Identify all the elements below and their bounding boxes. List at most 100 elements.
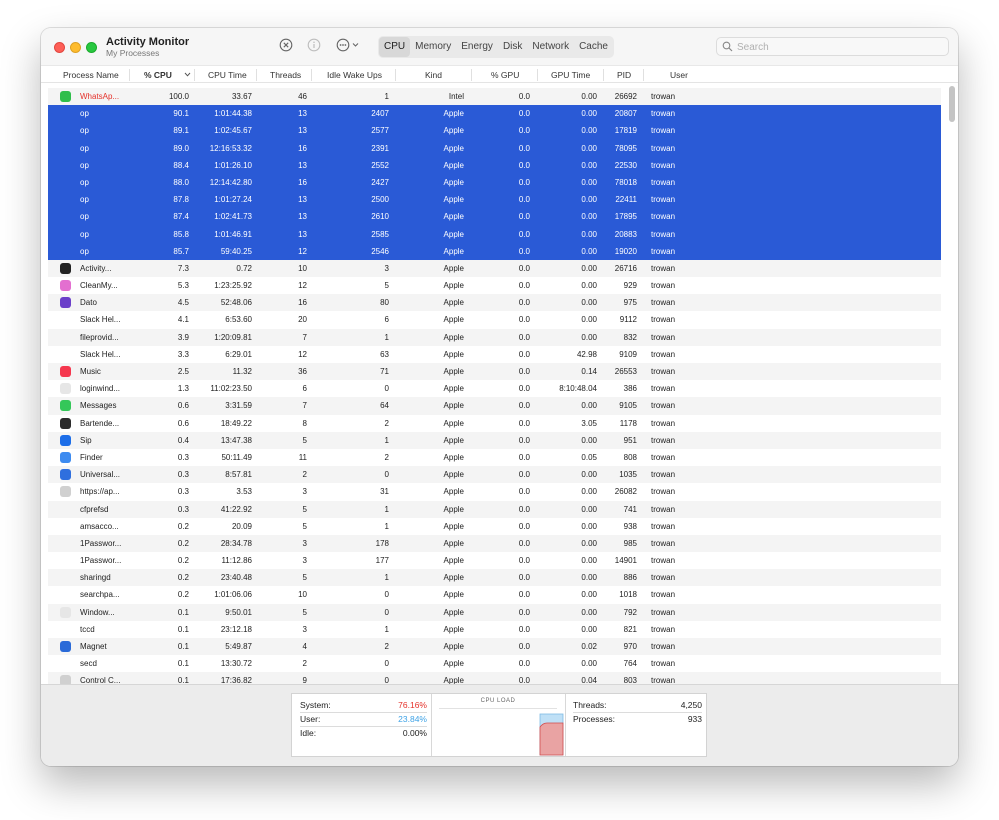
cpu-percent-cell: 0.6 (177, 418, 189, 428)
close-window-button[interactable] (54, 42, 65, 53)
pid-cell: 1178 (619, 418, 637, 428)
table-row[interactable]: op 87.4 1:02:41.73 13 2610 Apple 0.0 0.00 17895 t… (48, 208, 941, 226)
gpu-time-cell: 0.00 (581, 556, 597, 566)
idle-wake-ups-cell: 80 (380, 298, 389, 308)
table-row[interactable]: Universal... 0.3 8:57.81 2 0 Apple 0.0 0.00 1035… (48, 466, 941, 484)
system-label: System: (300, 700, 331, 710)
column-user[interactable]: User (644, 69, 704, 81)
table-row[interactable]: loginwind... 1.3 11:02:23.50 6 0 Apple 0.0 8:10… (48, 380, 941, 397)
table-row[interactable]: op 89.1 1:02:45.67 13 2577 Apple 0.0 0.00 17819 t… (48, 122, 941, 140)
gpu-percent-cell: 0.0 (518, 659, 530, 669)
table-row[interactable]: Dato 4.5 52:48.06 16 80 Apple 0.0 0.00 975 trowan (48, 294, 941, 312)
cpu-time-cell: 1:01:26.10 (214, 160, 252, 170)
processes-value: 933 (687, 714, 702, 724)
idle-wake-ups-cell: 6 (384, 315, 389, 325)
column-gpu-time[interactable]: GPU Time (538, 69, 604, 81)
table-row[interactable]: Messages 0.6 3:31.59 7 64 Apple 0.0 0.00 9105 tro… (48, 397, 941, 415)
table-row[interactable]: Activity... 7.3 0.72 10 3 Apple 0.0 0.00 26716 tr… (48, 259, 941, 278)
pid-cell: 764 (623, 659, 637, 669)
stop-process-button[interactable] (279, 38, 293, 52)
table-row[interactable]: op 88.0 12:14:42.80 16 2427 Apple 0.0 0.00 78018… (48, 173, 941, 192)
gpu-percent-cell: 0.0 (518, 624, 530, 634)
minimize-window-button[interactable] (70, 42, 81, 53)
tab-energy[interactable]: Energy (456, 37, 498, 57)
table-row[interactable]: 1Passwor... 0.2 28:34.78 3 178 Apple 0.0 0.00 98… (48, 534, 941, 553)
table-row[interactable]: fileprovid... 3.9 1:20:09.81 7 1 Apple 0.0 0.00… (48, 328, 941, 346)
cpu-time-cell: 13:30.72 (220, 659, 252, 669)
column-gpu-percent[interactable]: % GPU (472, 69, 538, 81)
threads-cell: 3 (302, 487, 307, 497)
tab-memory[interactable]: Memory (410, 37, 456, 57)
column-kind[interactable]: Kind (396, 69, 472, 81)
column-idle-wake-ups[interactable]: Idle Wake Ups (312, 69, 396, 81)
threads-cell: 13 (298, 212, 307, 222)
table-row[interactable]: Magnet 0.1 5:49.87 4 2 Apple 0.0 0.02 970 trowan (48, 638, 941, 656)
tab-cache[interactable]: Cache (574, 37, 613, 57)
inspect-process-button[interactable] (307, 38, 321, 52)
column-threads[interactable]: Threads (257, 69, 312, 81)
pid-cell: 886 (623, 573, 637, 583)
column-process-name[interactable]: Process Name (41, 69, 130, 81)
user-cell: trowan (651, 642, 676, 651)
table-row[interactable]: Control C... 0.1 17:36.82 9 0 Apple 0.0 0.04 803… (48, 672, 941, 684)
tab-cpu[interactable]: CPU (379, 37, 411, 57)
table-row[interactable]: Slack Hel... 4.1 6:53.60 20 6 Apple 0.0 0.00 911… (48, 311, 941, 328)
idle-label: Idle: (300, 728, 317, 738)
more-actions-button[interactable] (336, 38, 362, 52)
user-cell: trowan (651, 315, 676, 325)
threads-cell: 12 (298, 281, 307, 291)
table-row[interactable]: WhatsAp... 100.0 33.67 46 1 Intel 0.0 0.00 26692… (48, 88, 941, 106)
table-row[interactable]: Finder 0.3 50:11.49 11 2 Apple 0.0 0.05 808 trowa… (48, 449, 941, 466)
cpu-time-cell: 1:01:46.91 (214, 229, 252, 239)
tab-disk[interactable]: Disk (498, 37, 527, 57)
gpu-percent-cell: 0.0 (518, 556, 530, 566)
threads-cell: 12 (298, 246, 307, 256)
search-input[interactable] (735, 39, 939, 56)
window-subtitle: My Processes (106, 48, 160, 58)
gpu-time-cell: 0.02 (581, 642, 597, 651)
table-scrollbar[interactable] (949, 86, 955, 122)
threads-cell: 3 (302, 624, 307, 634)
gpu-percent-cell: 0.0 (518, 92, 530, 101)
table-row[interactable]: tccd 0.1 23:12.18 3 1 Apple 0.0 0.00 821 trowan (48, 621, 941, 638)
user-cell: trowan (651, 418, 676, 428)
tab-network[interactable]: Network (527, 37, 574, 57)
pid-cell: 951 (623, 435, 637, 445)
table-row[interactable]: CleanMy... 5.3 1:23:25.92 12 5 Apple 0.0 0.00 92… (48, 277, 941, 294)
table-row[interactable]: https://ap... 0.3 3.53 3 31 Apple 0.0 0.00 26082… (48, 483, 941, 500)
cpu-load-graph: CPU LOAD (431, 694, 566, 756)
table-row[interactable]: op 88.4 1:01:26.10 13 2552 Apple 0.0 0.00 22530 t… (48, 156, 941, 174)
cpu-time-cell: 41:22.92 (220, 504, 252, 514)
table-row[interactable]: 1Passwor... 0.2 11:12.86 3 177 Apple 0.0 0.00 14… (48, 552, 941, 569)
table-row[interactable]: searchpa... 0.2 1:01:06.06 10 0 Apple 0.0 0.00 1… (48, 586, 941, 603)
column-cpu-time[interactable]: CPU Time (195, 69, 257, 81)
cpu-percent-cell: 0.6 (177, 401, 189, 411)
cpu-percent-cell: 0.3 (177, 504, 189, 514)
table-row[interactable]: Music 2.5 11.32 36 71 Apple 0.0 0.14 26553 trowan (48, 363, 941, 381)
pid-cell: 17819 (614, 126, 637, 136)
gpu-time-cell: 0.00 (581, 521, 597, 531)
kind-cell: Apple (443, 298, 464, 308)
table-row[interactable]: op 85.7 59:40.25 12 2546 Apple 0.0 0.00 19020 tro… (48, 242, 941, 260)
table-row[interactable]: Slack Hel... 3.3 6:29.01 12 63 Apple 0.0 42.98 9… (48, 346, 941, 363)
table-row[interactable]: Window... 0.1 9:50.01 5 0 Apple 0.0 0.00 792 trow… (48, 603, 941, 621)
table-row[interactable]: cfprefsd 0.3 41:22.92 5 1 Apple 0.0 0.00 741 trow… (48, 500, 941, 518)
table-row[interactable]: op 90.1 1:01:44.38 13 2407 Apple 0.0 0.00 20807 t… (48, 105, 941, 123)
table-row[interactable]: amsacco... 0.2 20.09 5 1 Apple 0.0 0.00 938 trowa… (48, 518, 941, 535)
search-field[interactable] (716, 37, 949, 56)
table-row[interactable]: sharingd 0.2 23:40.48 5 1 Apple 0.0 0.00 886 trow… (48, 569, 941, 587)
cpu-time-cell: 0.72 (236, 263, 252, 273)
table-row[interactable]: op 89.0 12:16:53.32 16 2391 Apple 0.0 0.00 78095… (48, 139, 941, 157)
bartender-icon (60, 417, 71, 429)
gpu-time-cell: 0.14 (581, 367, 597, 376)
table-row[interactable]: Bartende... 0.6 18:49.22 8 2 Apple 0.0 3.05 1178… (48, 415, 941, 432)
table-row[interactable]: op 85.8 1:01:46.91 13 2585 Apple 0.0 0.00 20883 t… (48, 225, 941, 243)
user-cell: trowan (651, 659, 676, 669)
cpu-percent-cell: 0.2 (177, 538, 189, 548)
table-row[interactable]: secd 0.1 13:30.72 2 0 Apple 0.0 0.00 764 trowan (48, 655, 941, 672)
table-row[interactable]: op 87.8 1:01:27.24 13 2500 Apple 0.0 0.00 22411 t… (48, 191, 941, 209)
column-pid[interactable]: PID (604, 69, 644, 81)
table-row[interactable]: Sip 0.4 13:47.38 5 1 Apple 0.0 0.00 951 trowan (48, 431, 941, 449)
zoom-window-button[interactable] (86, 42, 97, 53)
gpu-percent-cell: 0.0 (518, 212, 530, 222)
